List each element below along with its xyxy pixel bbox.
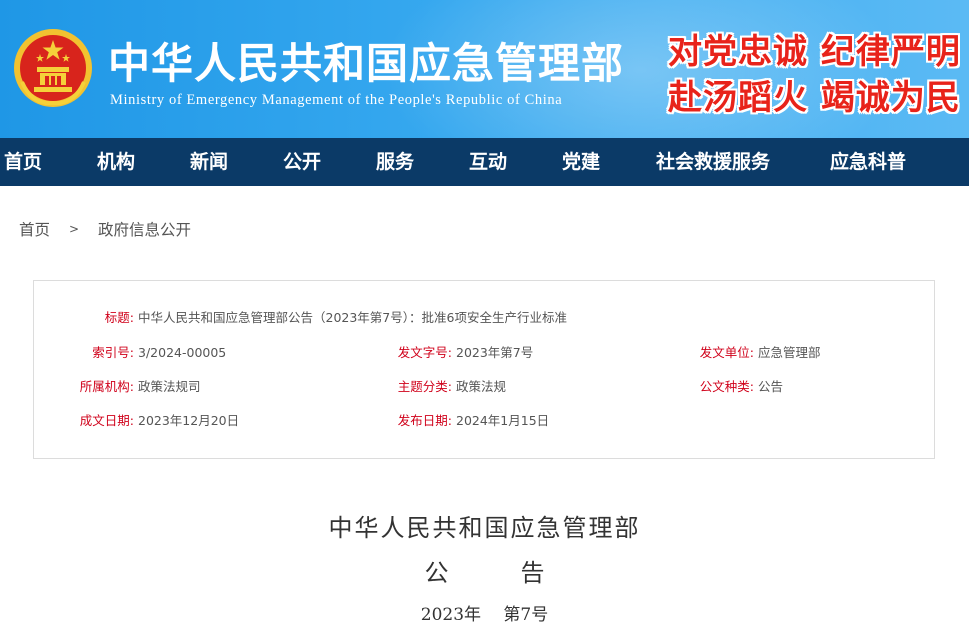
info-doc-no: 发文字号: 2023年第7号	[334, 344, 533, 362]
document-org-heading: 中华人民共和国应急管理部	[328, 514, 641, 542]
site-subtitle: Ministry of Emergency Management of the …	[110, 92, 563, 108]
breadcrumb-current[interactable]: 政府信息公开	[98, 218, 191, 240]
nav-item-social-rescue[interactable]: 社会救援服务	[656, 138, 770, 186]
info-index: 索引号: 3/2024-00005	[34, 344, 226, 362]
info-issuer-label: 发文单位:	[699, 345, 754, 360]
info-written-value: 2023年12月20日	[138, 413, 240, 428]
info-published-date: 发布日期: 2024年1月15日	[334, 412, 549, 430]
site-title: 中华人民共和国应急管理部	[108, 39, 625, 88]
slogan-line-2: 赴汤蹈火 竭诚为民	[668, 78, 961, 118]
national-emblem-icon	[14, 29, 92, 107]
nav-item-party[interactable]: 党建	[562, 138, 600, 186]
document-info-box: 标题: 中华人民共和国应急管理部公告（2023年第7号）：批准6项安全生产行业标准…	[33, 280, 935, 459]
info-published-label: 发布日期:	[397, 413, 452, 428]
info-org-value: 政策法规司	[138, 379, 201, 394]
info-issuer-value: 应急管理部	[758, 345, 821, 360]
info-index-value: 3/2024-00005	[138, 345, 227, 360]
info-topic: 主题分类: 政策法规	[334, 378, 506, 396]
site-banner: 中华人民共和国应急管理部 Ministry of Emergency Manag…	[0, 0, 969, 138]
breadcrumb-separator: >	[68, 222, 80, 236]
document-number: 2023年 第7号	[420, 605, 549, 625]
info-org-label: 所属机构:	[79, 379, 134, 394]
info-title-value: 中华人民共和国应急管理部公告（2023年第7号）：批准6项安全生产行业标准	[138, 310, 567, 325]
info-written-label: 成文日期:	[79, 413, 134, 428]
main-nav: 首页 机构 新闻 公开 服务 互动 党建 社会救援服务 应急科普	[0, 138, 969, 186]
info-index-label: 索引号:	[92, 345, 134, 360]
nav-item-home[interactable]: 首页	[4, 138, 42, 186]
info-type-value: 公告	[758, 379, 784, 394]
info-issuer: 发文单位: 应急管理部	[634, 344, 821, 362]
info-topic-label: 主题分类:	[397, 379, 452, 394]
nav-item-science[interactable]: 应急科普	[830, 138, 906, 186]
info-doc-no-value: 2023年第7号	[456, 345, 534, 360]
info-doc-no-label: 发文字号:	[397, 345, 452, 360]
nav-item-news[interactable]: 新闻	[190, 138, 228, 186]
breadcrumb: 首页 > 政府信息公开	[19, 218, 191, 242]
nav-item-services[interactable]: 服务	[376, 138, 414, 186]
info-title-label: 标题:	[104, 310, 134, 325]
info-written-date: 成文日期: 2023年12月20日	[34, 412, 239, 430]
info-published-value: 2024年1月15日	[456, 413, 550, 428]
info-title: 标题: 中华人民共和国应急管理部公告（2023年第7号）：批准6项安全生产行业标准	[34, 309, 567, 327]
slogan-line-1: 对党忠诚 纪律严明	[668, 32, 961, 72]
breadcrumb-home[interactable]: 首页	[19, 218, 50, 240]
info-org: 所属机构: 政策法规司	[34, 378, 201, 396]
nav-item-disclosure[interactable]: 公开	[283, 138, 321, 186]
document-type-heading: 公 告	[424, 559, 545, 587]
nav-item-interaction[interactable]: 互动	[469, 138, 507, 186]
info-type: 公文种类: 公告	[634, 378, 783, 396]
info-topic-value: 政策法规	[456, 379, 507, 394]
nav-item-institutions[interactable]: 机构	[97, 138, 135, 186]
info-type-label: 公文种类:	[699, 379, 754, 394]
